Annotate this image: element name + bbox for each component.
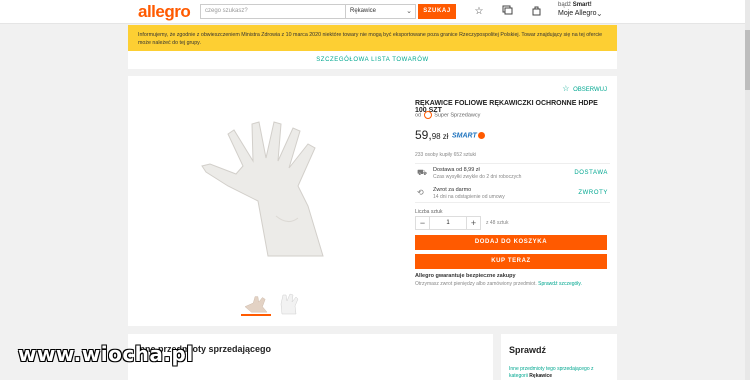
delivery-sub: Czas wysyłki zwykle do 2 dni roboczych — [433, 174, 522, 180]
seller-prefix: od — [415, 112, 422, 119]
sold-count: 233 osoby kupiły 652 sztuki — [415, 152, 477, 158]
thumbnail-2[interactable] — [274, 292, 304, 316]
refund-desc: Otrzymasz zwrot pieniędzy albo zamówiony… — [415, 281, 537, 287]
detailed-list-link[interactable]: SZCZEGÓŁOWA LISTA TOWARÓW — [128, 51, 617, 69]
delivery-main: Dostawa od 8,99 zł — [433, 167, 480, 173]
add-to-cart-button[interactable]: DODAJ DO KOSZYKA — [415, 235, 607, 250]
quantity-plus-button[interactable]: + — [466, 217, 480, 229]
chat-icon[interactable] — [500, 5, 514, 19]
super-seller-icon — [423, 111, 432, 119]
quantity-label: Liczba sztuk — [415, 209, 443, 215]
check-panel: Sprawdź Inne przedmioty tego sprzedające… — [501, 334, 617, 380]
product-image[interactable] — [158, 106, 398, 261]
smart-badge-label: SMART — [452, 132, 477, 140]
smart-promo[interactable]: bądź Smart! — [558, 2, 592, 8]
smart-prefix: bądź — [558, 2, 572, 8]
refund-details-link[interactable]: Sprawdź szczegóły. — [538, 281, 582, 287]
category-select-value: Rękawice — [350, 8, 377, 14]
search-button[interactable]: SZUKAJ — [418, 4, 456, 19]
seller-line: od Super Sprzedawcy — [415, 111, 480, 119]
check-title: Sprawdź — [509, 345, 547, 355]
returns-sub: 14 dni na odstąpienie od umowy — [433, 194, 505, 200]
quantity-stepper: − 1 + — [415, 216, 481, 230]
delivery-row: ⛟ Dostawa od 8,99 zł Czas wysyłki zwykle… — [415, 164, 610, 184]
check-category: Rękawice — [529, 373, 553, 379]
star-icon[interactable]: ☆ — [472, 5, 486, 19]
check-link[interactable]: Inne przedmioty tego sprzedającego z kat… — [509, 366, 613, 380]
price-decimal: 98 zł — [431, 132, 449, 141]
delivery-returns-panel: ⛟ Dostawa od 8,99 zł Czas wysyłki zwykle… — [415, 163, 610, 203]
seller-name[interactable]: Super Sprzedawcy — [434, 112, 480, 118]
quantity-available: z 48 sztuk — [486, 220, 509, 226]
delivery-link[interactable]: DOSTAWA — [574, 170, 608, 176]
product-card: ☆ OBSERWUJ RĘKAWICE FOLIOWE RĘKAWICZKI O… — [128, 76, 617, 326]
returns-link[interactable]: ZWROTY — [578, 190, 608, 196]
price-integer: 59, — [415, 128, 432, 142]
price: 59,98 zł — [415, 128, 449, 142]
scroll-thumb[interactable] — [745, 30, 750, 90]
search-input[interactable]: czego szukasz? — [200, 4, 346, 19]
category-select[interactable]: Rękawice ⌄ — [346, 4, 416, 19]
smart-label: Smart! — [572, 2, 592, 8]
observe-label: OBSERWUJ — [573, 87, 607, 93]
guarantee-title: Allegro gwarantuje bezpieczne zakupy — [415, 273, 516, 279]
wiocha-watermark: www.wiocha.pl — [18, 342, 194, 366]
thumbnail-1[interactable] — [241, 292, 271, 316]
chevron-down-icon: ⌄ — [406, 8, 412, 15]
returns-main: Zwrot za darmo — [433, 187, 472, 193]
return-box-icon: ⟲ — [417, 188, 424, 197]
star-icon: ☆ — [562, 84, 570, 93]
quantity-input[interactable]: 1 — [430, 217, 466, 229]
top-bar: allegro czego szukasz? Rękawice ⌄ SZUKAJ… — [0, 0, 750, 24]
smart-badge: SMART — [452, 132, 485, 139]
refund-text: Otrzymasz zwrot pieniędzy albo zamówiony… — [415, 281, 582, 287]
quantity-minus-button[interactable]: − — [416, 217, 430, 229]
buy-now-button[interactable]: KUP TERAZ — [415, 254, 607, 269]
observe-button[interactable]: ☆ OBSERWUJ — [562, 84, 607, 93]
truck-icon: ⛟ — [417, 168, 428, 177]
my-allegro-link[interactable]: Moje Allegro — [558, 10, 597, 17]
scrollbar[interactable] — [745, 0, 750, 380]
returns-row: ⟲ Zwrot za darmo 14 dni na odstąpienie o… — [415, 184, 610, 204]
smart-exclaim-icon — [477, 132, 485, 139]
cart-bag-icon[interactable] — [529, 5, 543, 19]
chevron-down-icon[interactable]: ⌄ — [596, 9, 603, 18]
allegro-logo[interactable]: allegro — [138, 2, 191, 22]
